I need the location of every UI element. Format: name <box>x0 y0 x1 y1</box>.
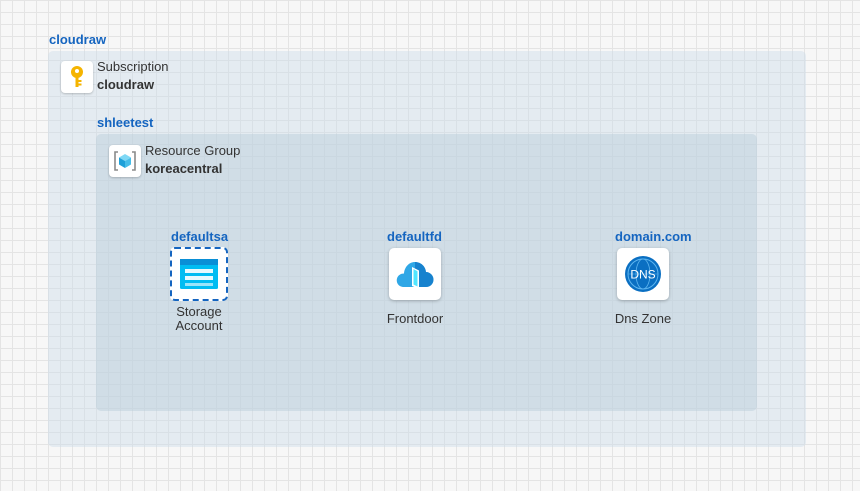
node-domain-caption: Dns Zone <box>614 311 672 326</box>
storage-account-icon <box>180 259 218 289</box>
subscription-name: cloudraw <box>97 77 155 92</box>
node-defaultsa-label[interactable]: defaultsa <box>171 229 228 244</box>
frontdoor-icon <box>396 262 434 289</box>
storage-account-node[interactable] <box>170 247 228 301</box>
dns-zone-icon: DNS <box>625 256 661 292</box>
node-defaultfd-caption: Frontdoor <box>386 311 444 326</box>
node-defaultsa-caption-line1: Storage <box>176 304 222 319</box>
node-defaultsa-caption-line2: Account <box>175 318 223 333</box>
root-label[interactable]: cloudraw <box>49 32 106 47</box>
resource-group-tile[interactable] <box>109 145 141 177</box>
resource-group-name: koreacentral <box>145 161 223 176</box>
resource-group-type-label: Resource Group <box>145 143 241 158</box>
node-defaultsa-caption: Storage Account <box>159 305 239 333</box>
node-defaultfd-label[interactable]: defaultfd <box>387 229 442 244</box>
node-domain-label[interactable]: domain.com <box>615 229 692 244</box>
frontdoor-node[interactable] <box>389 248 441 300</box>
resource-group-icon <box>114 151 136 171</box>
subscription-key-tile[interactable] <box>61 61 93 93</box>
subscription-type-label: Subscription <box>97 59 169 74</box>
resource-group-outer-label[interactable]: shleetest <box>97 115 153 130</box>
key-icon <box>71 66 83 87</box>
dns-zone-icon-text: DNS <box>630 268 655 282</box>
dns-zone-node[interactable]: DNS <box>617 248 669 300</box>
